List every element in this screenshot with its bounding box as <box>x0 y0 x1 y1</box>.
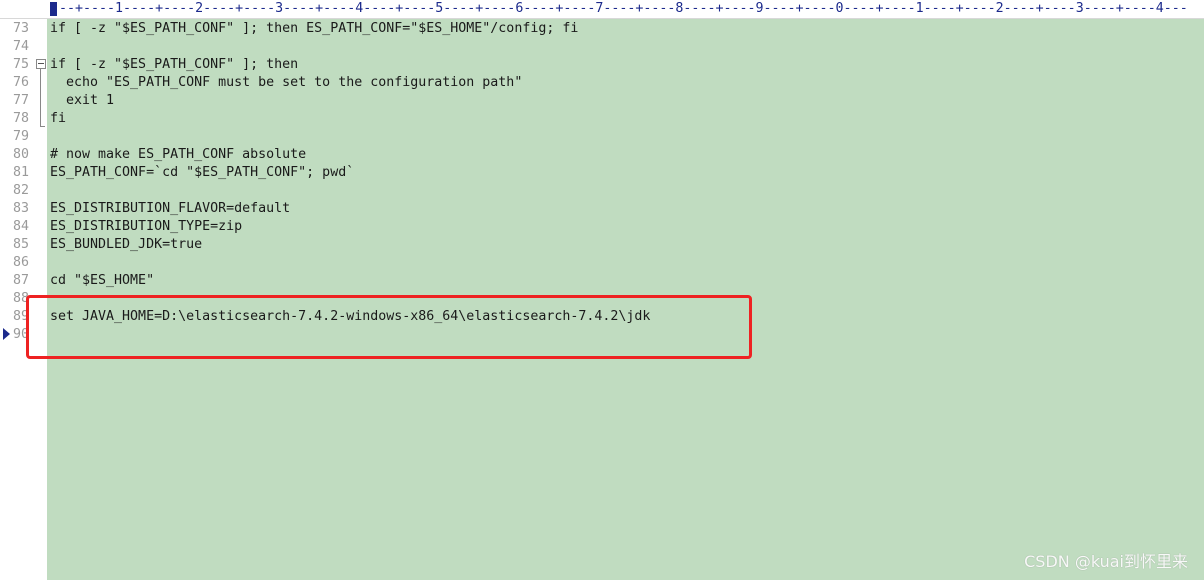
line-number: 83 <box>12 201 29 216</box>
fold-minus-icon[interactable] <box>36 59 46 69</box>
line-number: 89 <box>12 309 29 324</box>
line-number: 79 <box>12 129 29 144</box>
line-number: 73 <box>12 21 29 36</box>
fold-range-end <box>40 126 45 127</box>
line-number: 87 <box>12 273 29 288</box>
fold-range-line <box>40 69 41 127</box>
code-line[interactable]: exit 1 <box>50 92 114 110</box>
ruler-scale: ---+----1----+----2----+----3----+----4-… <box>51 1 1188 16</box>
code-line[interactable]: ES_DISTRIBUTION_TYPE=zip <box>50 218 242 236</box>
line-number: 80 <box>12 147 29 162</box>
line-number: 74 <box>12 39 29 54</box>
current-line-arrow-icon <box>3 328 10 340</box>
line-number: 84 <box>12 219 29 234</box>
code-line[interactable]: if [ -z "$ES_PATH_CONF" ]; then <box>50 56 298 74</box>
text-editor[interactable]: ---+----1----+----2----+----3----+----4-… <box>0 0 1204 580</box>
code-line[interactable]: ES_BUNDLED_JDK=true <box>50 236 202 254</box>
annotation-highlight-box <box>26 295 752 359</box>
line-number: 77 <box>12 93 29 108</box>
column-ruler: ---+----1----+----2----+----3----+----4-… <box>0 0 1204 19</box>
code-line[interactable]: cd "$ES_HOME" <box>50 272 154 290</box>
line-number: 75 <box>12 57 29 72</box>
code-line[interactable]: echo "ES_PATH_CONF must be set to the co… <box>50 74 522 92</box>
line-number: 78 <box>12 111 29 126</box>
line-number: 82 <box>12 183 29 198</box>
code-line[interactable]: ES_PATH_CONF=`cd "$ES_PATH_CONF"; pwd` <box>50 164 354 182</box>
code-line[interactable]: if [ -z "$ES_PATH_CONF" ]; then ES_PATH_… <box>50 20 578 38</box>
watermark: CSDN @kuai到怀里来 <box>1024 552 1188 571</box>
code-line[interactable]: # now make ES_PATH_CONF absolute <box>50 146 306 164</box>
line-number: 85 <box>12 237 29 252</box>
line-number: 88 <box>12 291 29 306</box>
code-line[interactable]: ES_DISTRIBUTION_FLAVOR=default <box>50 200 290 218</box>
line-number: 81 <box>12 165 29 180</box>
line-number: 76 <box>12 75 29 90</box>
code-line[interactable]: fi <box>50 110 66 128</box>
line-number: 86 <box>12 255 29 270</box>
